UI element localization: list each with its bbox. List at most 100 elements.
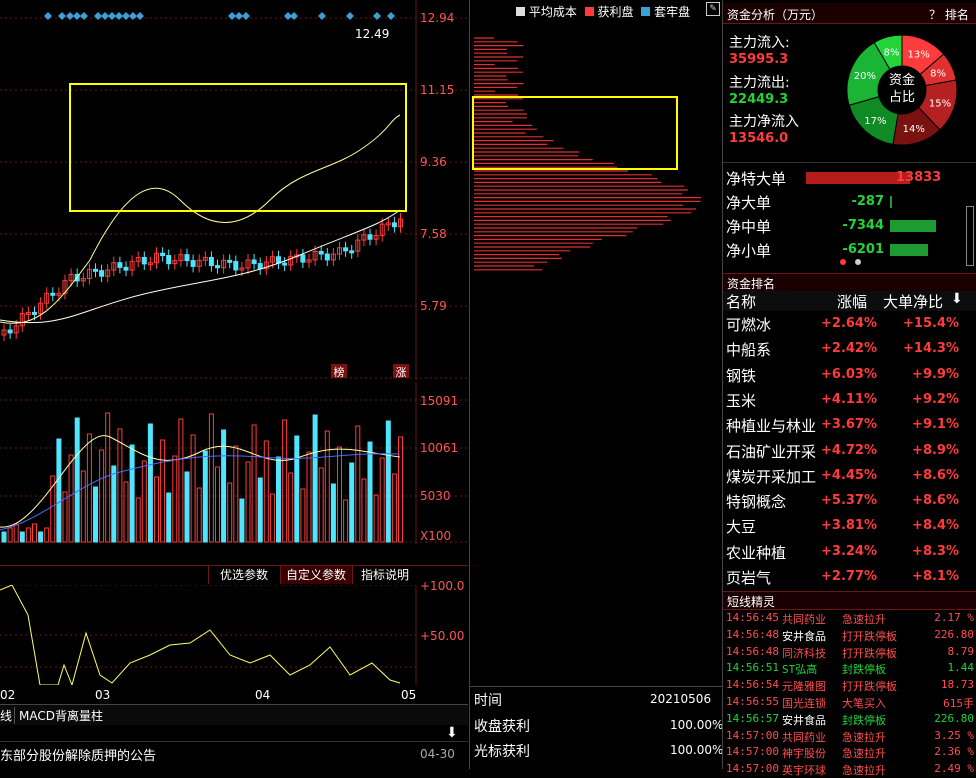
indicator-help-button[interactable]: 指标说明 [352,566,417,584]
volume-bar [349,462,355,543]
price-tick-1: 12.94 [420,11,455,25]
signal-diamond [242,12,250,20]
sort-desc-icon[interactable]: ⬇ [951,291,963,307]
ranking-row[interactable]: 中船系 +2.42% +14.3% [723,338,976,362]
ranking-ratio: +8.6% [912,467,959,483]
custom-params-button[interactable]: 自定义参数 [280,566,351,584]
page-dot-2[interactable] [855,259,861,265]
sprite-row[interactable]: 14:56:45 共同药业 急速拉升 2.17 % [724,611,976,627]
ranking-row[interactable]: 煤炭开采加工 +4.45% +8.6% [723,465,976,489]
sprite-event: 大笔买入 [842,697,886,710]
page-dot-1[interactable] [840,259,846,265]
ranking-ratio: +8.4% [912,518,959,534]
col-name[interactable]: 名称 [726,291,756,312]
volume-bar [172,455,178,543]
chip-settings-icon[interactable]: ✎ [706,2,720,16]
ranking-name: 大豆 [726,518,757,537]
donut-slice-label: 14% [903,124,925,135]
oscillator-panel[interactable] [0,585,468,685]
main-outflow-value: 22449.3 [729,92,789,107]
limit-up-badge[interactable]: 涨 [393,364,409,379]
sprite-value: 615手 [943,697,974,710]
sprite-stock: 神宇股份 [782,747,826,761]
col-change[interactable]: 涨幅 [837,291,867,312]
sprite-value: 1.44 [947,661,975,675]
volume-bar [154,476,159,543]
ranking-row[interactable]: 石油矿业开采 +4.72% +8.9% [723,440,976,464]
sprite-value: 2.36 % [934,745,974,759]
ranking-row[interactable]: 可燃冰 +2.64% +15.4% [723,313,976,337]
main-net-label: 主力净流入 [729,114,799,130]
main-outflow-label: 主力流出: [729,75,790,91]
ranking-row[interactable]: 大豆 +3.81% +8.4% [723,515,976,539]
sprite-row[interactable]: 14:57:00 共同药业 急速拉升 3.25 % [724,729,976,745]
signal-diamond [387,12,395,20]
candle-body [184,254,190,262]
donut-slice-label: 17% [864,116,886,127]
ranking-row[interactable]: 页岩气 +2.77% +8.1% [723,566,976,590]
volume-bar [391,473,397,543]
main-net-value: 13546.0 [729,131,789,146]
ranking-name: 石油矿业开采 [726,442,817,461]
sprite-row[interactable]: 14:56:48 安井食品 打开跌停板 226.80 [724,628,976,644]
oscillator-chart[interactable] [0,585,468,685]
candle-body [117,262,123,268]
volume-unit: X100 [420,529,452,543]
sprite-time: 14:56:48 [726,627,779,641]
signal-diamond [122,12,130,20]
main-inflow-label: 主力流入: [729,35,790,51]
download-icon[interactable]: ⬇ [446,725,458,741]
volume-bar [330,483,336,543]
kline-panel[interactable] [0,0,468,380]
cursor-profit-label: 光标获利 [474,744,530,760]
chip-distribution-chart[interactable] [470,18,720,698]
col-ratio[interactable]: 大单净比 [883,291,943,312]
ranking-row[interactable]: 玉米 +4.11% +9.2% [723,389,976,413]
sprite-row[interactable]: 14:57:00 神宇股份 急速拉升 2.36 % [724,745,976,761]
news-headline[interactable]: 东部分股份解除质押的公告 [0,745,156,764]
ranking-row[interactable]: 种植业与林业 +3.67% +9.1% [723,414,976,438]
candlestick-chart[interactable] [0,0,468,380]
candle-body [276,256,281,264]
sprite-row[interactable]: 14:56:51 ST弘高 封跌停板 1.44 [724,661,976,677]
sprite-stock: 同济科技 [782,646,826,660]
ranking-name: 煤炭开采加工 [726,467,817,486]
ranking-row[interactable]: 特钢概念 +5.37% +8.6% [723,490,976,514]
preset-params-button[interactable]: 优选参数 [208,566,279,584]
volume-tick-3: 5030 [420,489,451,503]
candle-body [166,255,172,265]
volume-panel[interactable] [0,382,468,544]
ranking-row[interactable]: 农业种植 +3.24% +8.3% [723,541,976,565]
volume-bar [93,486,98,543]
sprite-stock: 国光连锁 [782,697,826,710]
sprite-row[interactable]: 14:56:54 元隆雅图 打开跌停板 18.73 [724,678,976,694]
order-value: -6201 [842,242,884,257]
volume-bar [38,531,44,543]
price-tick-4: 7.58 [420,227,447,241]
date-tick-3: 04 [255,688,271,702]
tab-line[interactable]: 线 [0,707,12,724]
sprite-time: 14:56:55 [726,695,779,708]
ranking-name: 钢铁 [726,366,757,385]
volume-bar [294,435,300,543]
volume-bar [178,418,184,543]
ranking-change: +3.81% [821,518,877,534]
ranking-row[interactable]: 钢铁 +6.03% +9.9% [723,364,976,388]
sprite-row[interactable]: 14:56:57 安井食品 封跌停板 226.80 [724,712,976,728]
ranking-title: 资金排名 [727,277,776,291]
volume-bar [160,439,166,543]
volume-bar [318,467,324,543]
volume-tick-2: 10061 [420,441,459,455]
sprite-stock: 共同药业 [782,730,826,744]
indicator-tab-bar: 线 MACD背离量柱 [0,704,468,725]
sprite-row[interactable]: 14:57:00 英宇环球 急速拉升 2.49 % [724,762,976,778]
ranking-badge[interactable]: 榜 [331,364,347,379]
orders-scrollbar[interactable] [966,206,974,266]
tab-macd[interactable]: MACD背离量柱 [14,707,103,724]
volume-chart[interactable] [0,382,468,544]
sprite-row[interactable]: 14:56:48 同济科技 打开跌停板 8.79 [724,645,976,661]
sprite-row[interactable]: 14:56:55 国光连锁 大笔买入 615手 [724,695,976,711]
fund-help-link[interactable]: ？ 排名 [929,6,969,23]
sprite-event: 打开跌停板 [842,646,897,660]
price-tick-3: 9.36 [420,155,447,169]
